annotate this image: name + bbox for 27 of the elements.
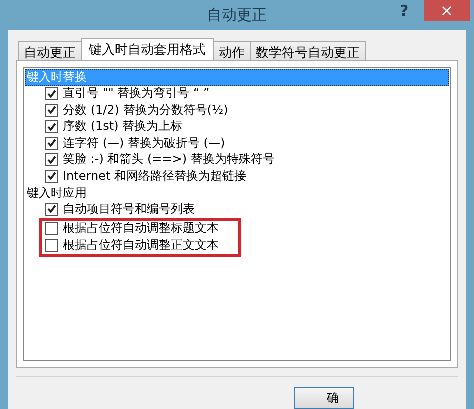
checkbox[interactable] [45,104,58,117]
checkbox[interactable] [45,222,58,236]
checkbox[interactable] [45,170,58,183]
ok-button[interactable]: 确 [294,387,354,409]
tab[interactable]: 动作 [213,41,251,60]
checkbox[interactable] [45,136,58,150]
option-label: 分数 (1/2) 替换为分数符号(½) [63,102,228,119]
tab[interactable]: 自动更正 [18,41,82,60]
close-button[interactable]: × [424,0,470,21]
option-label: 根据占位符自动调整标题文本 [63,220,219,238]
option-label: 根据占位符自动调整正文文本 [63,236,219,254]
help-button[interactable]: ? [400,2,409,20]
option-label: Internet 和网络路径替换为超链接 [63,168,246,185]
checkbox[interactable] [45,238,58,252]
option-label: 序数 (1st) 替换为上标 [63,118,183,136]
checkbox[interactable] [45,153,58,166]
option-label: 直引号 "" 替换为弯引号 “ ” [63,85,210,102]
option-label: 连字符 (—) 替换为破折号 (—) [63,134,226,152]
option-label: 自动项目符号和编号列表 [63,200,195,218]
option-label: 笑脸 :-) 和箭头 (==>) 替换为特殊符号 [63,151,275,168]
tab[interactable]: 键入时自动套用格式 [81,38,214,60]
window-title: 自动更正 [207,6,267,24]
checkbox[interactable] [45,120,58,134]
checkbox[interactable] [45,202,58,216]
tab[interactable]: 数学符号自动更正 [250,41,366,60]
group-heading[interactable]: 键入时应用 [25,184,449,201]
checkbox[interactable] [45,87,58,100]
